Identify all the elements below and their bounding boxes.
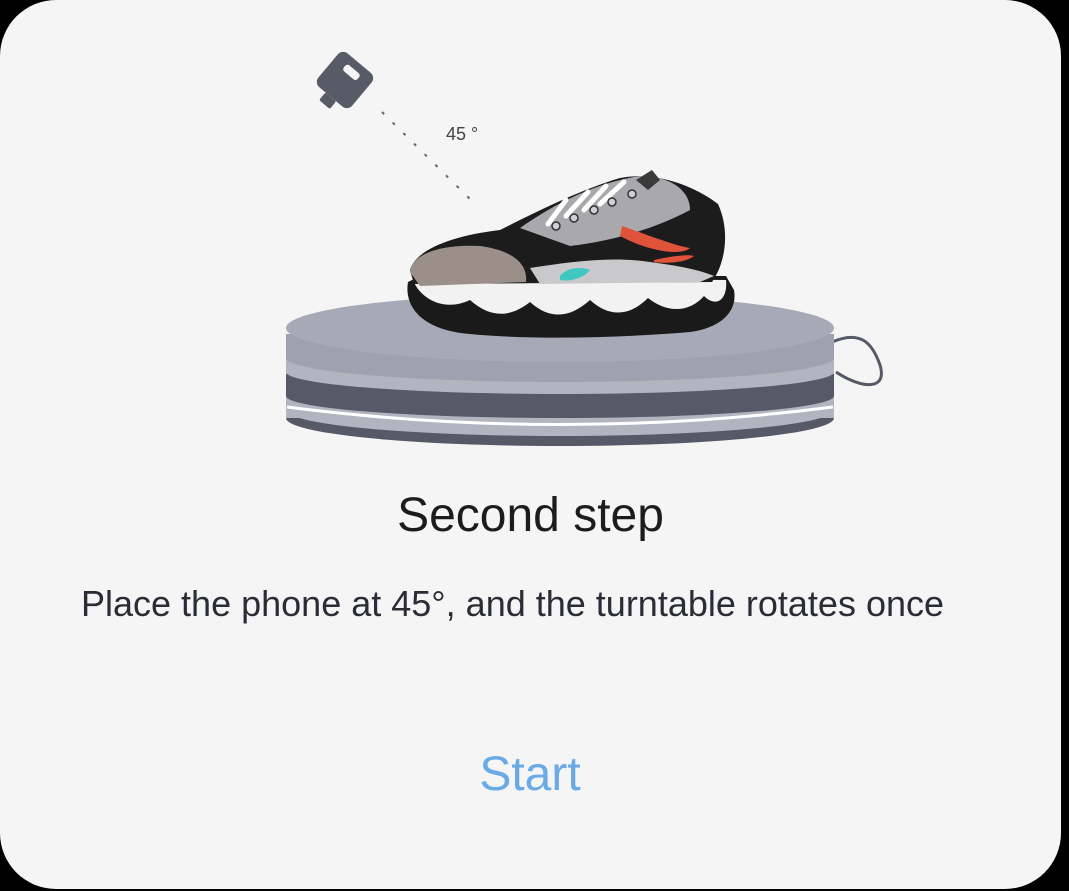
start-button[interactable]: Start <box>430 738 630 810</box>
turntable-illustration: 45 ° <box>286 51 883 446</box>
angle-label: 45 ° <box>446 124 478 144</box>
dialog-title: Second step <box>397 489 664 542</box>
phone-icon <box>316 51 374 109</box>
step-dialog: 45 ° Second step Place the phone at 45°,… <box>0 0 1061 889</box>
sneaker-icon <box>407 170 735 338</box>
dialog-description: Place the phone at 45°, and the turntabl… <box>81 583 945 624</box>
